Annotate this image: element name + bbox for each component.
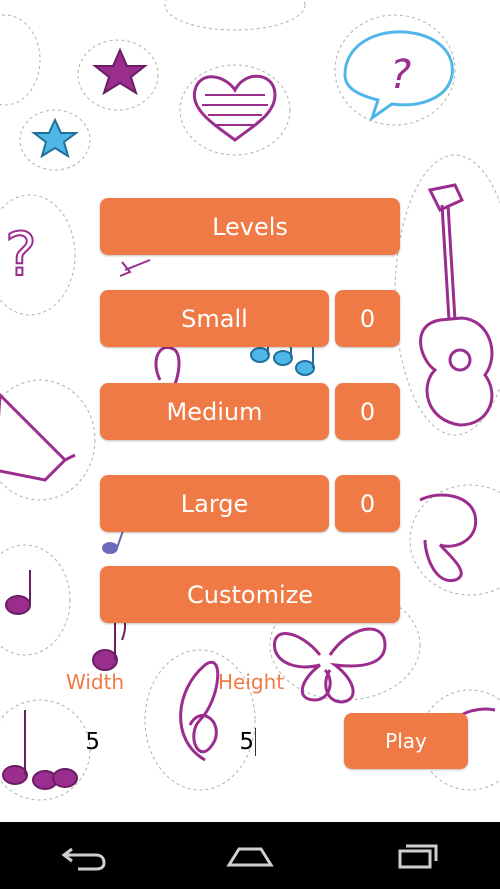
medium-count-badge: 0 [335,383,400,440]
width-value: 5 [85,729,100,755]
height-value: 5 [239,729,254,755]
small-label: Small [181,304,248,333]
system-navigation-bar [0,822,500,889]
large-button[interactable]: Large [100,475,329,532]
levels-button[interactable]: Levels [100,198,400,255]
play-button[interactable]: Play [344,713,468,769]
text-cursor [255,728,256,756]
width-field[interactable]: 5 [0,720,100,764]
levels-label: Levels [212,212,288,241]
home-icon[interactable] [220,836,280,876]
medium-button[interactable]: Medium [100,383,329,440]
height-field[interactable]: 5 [160,720,256,764]
large-count: 0 [359,489,376,518]
back-icon[interactable] [53,836,113,876]
large-count-badge: 0 [335,475,400,532]
medium-label: Medium [166,397,263,426]
customize-button[interactable]: Customize [100,566,400,623]
large-label: Large [180,489,249,518]
medium-count: 0 [359,397,376,426]
small-count-badge: 0 [335,290,400,347]
svg-text:?: ? [390,52,411,98]
small-button[interactable]: Small [100,290,329,347]
customize-label: Customize [187,580,313,609]
small-count: 0 [359,304,376,333]
height-label: Height [218,670,285,694]
width-label: Width [66,670,125,694]
play-label: Play [385,729,427,753]
recent-apps-icon[interactable] [387,836,447,876]
svg-text:?: ? [5,220,37,290]
